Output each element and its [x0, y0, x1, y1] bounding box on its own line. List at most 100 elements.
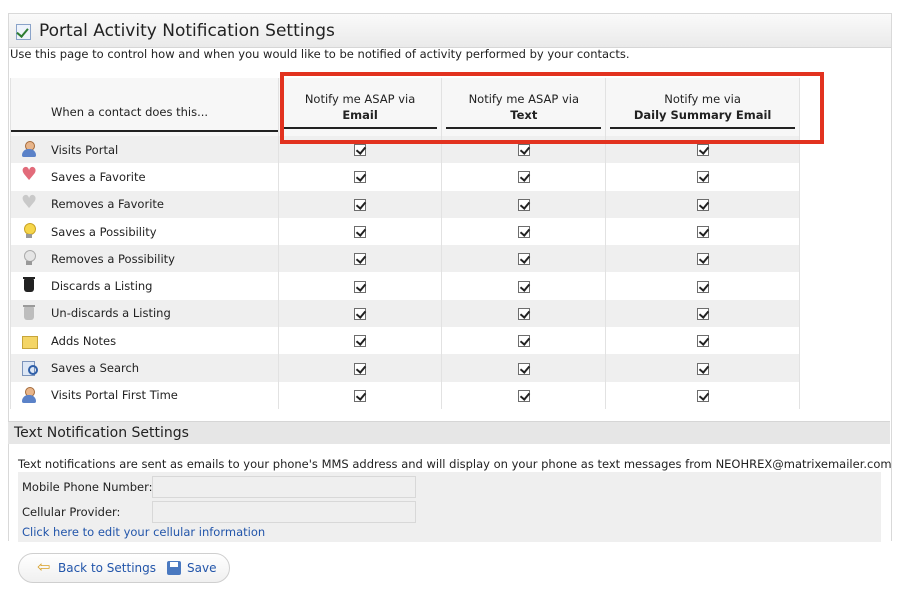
checkbox-daily[interactable]	[696, 171, 709, 184]
cell-daily	[605, 136, 800, 164]
checkbox-text[interactable]	[517, 335, 530, 348]
trash-black-icon	[21, 277, 37, 293]
checkbox-email[interactable]	[354, 280, 367, 293]
checkbox-email[interactable]	[354, 389, 367, 402]
checkbox-daily[interactable]	[696, 335, 709, 348]
cell-text	[441, 163, 607, 191]
checkbox-email[interactable]	[354, 226, 367, 239]
cell-text	[441, 327, 607, 355]
cell-email	[278, 354, 443, 382]
edit-cellular-link[interactable]: Click here to edit your cellular informa…	[22, 525, 265, 539]
checkbox-email[interactable]	[354, 253, 367, 266]
checkbox-text[interactable]	[517, 171, 530, 184]
checkbox-email[interactable]	[354, 144, 367, 157]
mobile-phone-value	[152, 476, 416, 498]
checkbox-daily[interactable]	[696, 389, 709, 402]
panel-header: Portal Activity Notification Settings	[9, 14, 891, 48]
table-row: Visits Portal	[10, 136, 800, 164]
row-label: Saves a Possibility	[51, 224, 157, 239]
table-row: Un-discards a Listing	[10, 299, 800, 328]
back-button-label: Back to Settings	[58, 561, 157, 575]
table-row: Removes a Favorite	[10, 190, 800, 218]
row-label: Saves a Search	[51, 361, 140, 376]
row-label: Saves a Favorite	[51, 169, 146, 184]
checkbox-email[interactable]	[354, 335, 367, 348]
checkbox-email[interactable]	[354, 362, 367, 375]
checkbox-daily[interactable]	[696, 198, 709, 211]
checkbox-daily[interactable]	[696, 362, 709, 375]
checkbox-text[interactable]	[517, 144, 530, 157]
row-action-cell: Removes a Possibility	[10, 245, 279, 273]
row-action-cell: Visits Portal First Time	[10, 381, 279, 409]
person-icon	[21, 141, 37, 157]
checkbox-text[interactable]	[517, 389, 530, 402]
cell-email	[278, 190, 443, 218]
cell-daily	[605, 163, 800, 191]
cell-text	[441, 299, 607, 328]
checkbox-text[interactable]	[517, 280, 530, 293]
checkbox-text[interactable]	[517, 253, 530, 266]
cell-email	[278, 163, 443, 191]
search-icon	[21, 359, 38, 377]
column-header-email: Notify me ASAP via Email	[278, 78, 443, 136]
table-row: Saves a Favorite	[10, 163, 800, 191]
cell-daily	[605, 381, 800, 409]
back-to-settings-button[interactable]: Back to Settings	[37, 557, 157, 576]
cell-email	[278, 217, 443, 246]
mobile-phone-label: Mobile Phone Number:	[22, 480, 153, 494]
checkbox-email[interactable]	[354, 307, 367, 320]
row-action-cell: Saves a Possibility	[10, 217, 279, 246]
cell-email	[278, 327, 443, 355]
cell-text	[441, 217, 607, 246]
checkbox-email[interactable]	[354, 198, 367, 211]
save-button[interactable]: Save	[166, 560, 217, 576]
cell-text	[441, 136, 607, 164]
cell-text	[441, 354, 607, 382]
cellular-provider-label: Cellular Provider:	[22, 505, 121, 519]
cell-text	[441, 190, 607, 218]
page-title: Portal Activity Notification Settings	[39, 20, 335, 41]
note-icon	[21, 332, 38, 350]
person-icon	[21, 386, 37, 403]
checkbox-daily[interactable]	[696, 226, 709, 239]
table-row: Discards a Listing	[10, 272, 800, 300]
checkbox-text[interactable]	[517, 307, 530, 320]
notification-matrix: When a contact does this... Notify me AS…	[10, 78, 800, 409]
cell-daily	[605, 299, 800, 328]
row-action-cell: Visits Portal	[10, 136, 279, 164]
cell-daily	[605, 217, 800, 246]
row-action-cell: Adds Notes	[10, 327, 279, 355]
cell-daily	[605, 354, 800, 382]
checklist-icon	[15, 22, 33, 40]
checkbox-daily[interactable]	[696, 253, 709, 266]
text-settings-fields: Mobile Phone Number: Cellular Provider: …	[18, 472, 881, 542]
text-settings-description: Text notifications are sent as emails to…	[18, 457, 892, 471]
checkbox-daily[interactable]	[696, 144, 709, 157]
cell-text	[441, 272, 607, 300]
row-label: Discards a Listing	[51, 279, 153, 294]
row-action-cell: Un-discards a Listing	[10, 299, 279, 328]
action-column-header: When a contact does this...	[10, 78, 279, 136]
checkbox-daily[interactable]	[696, 280, 709, 293]
checkbox-email[interactable]	[354, 171, 367, 184]
floppy-disk-icon	[166, 560, 182, 576]
table-row: Adds Notes	[10, 327, 800, 355]
column-header-text: Notify me ASAP via Text	[441, 78, 607, 136]
cell-email	[278, 136, 443, 164]
save-button-label: Save	[187, 561, 217, 575]
cell-email	[278, 272, 443, 300]
row-label: Removes a Possibility	[51, 251, 175, 266]
intro-text: Use this page to control how and when yo…	[10, 47, 630, 61]
row-action-cell: Discards a Listing	[10, 272, 279, 300]
cell-email	[278, 245, 443, 273]
table-row: Removes a Possibility	[10, 245, 800, 273]
cellular-provider-row: Cellular Provider:	[22, 501, 416, 523]
checkbox-daily[interactable]	[696, 307, 709, 320]
checkbox-text[interactable]	[517, 198, 530, 211]
matrix-header-row: When a contact does this... Notify me AS…	[10, 78, 800, 136]
checkbox-text[interactable]	[517, 362, 530, 375]
checkbox-text[interactable]	[517, 226, 530, 239]
cell-email	[278, 381, 443, 409]
row-label: Removes a Favorite	[51, 197, 164, 212]
row-action-cell: Removes a Favorite	[10, 190, 279, 218]
